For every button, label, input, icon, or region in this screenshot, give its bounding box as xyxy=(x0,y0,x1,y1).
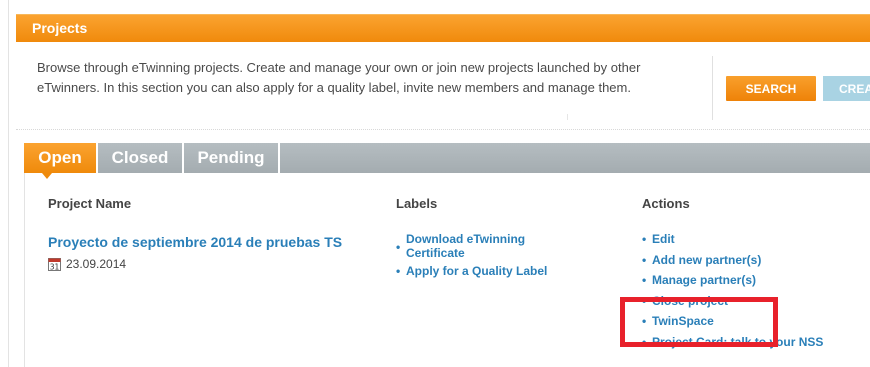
twinspace-highlight-box xyxy=(620,297,778,347)
section-separator xyxy=(16,129,870,130)
project-date-value: 23.09.2014 xyxy=(66,257,127,271)
edit-link[interactable]: Edit xyxy=(642,232,870,253)
search-button[interactable]: SEARCH xyxy=(726,76,816,101)
project-date: 31 23.09.2014 xyxy=(48,257,126,271)
calendar-day: 31 xyxy=(50,262,60,271)
project-tabs: Open Closed Pending xyxy=(24,143,870,173)
intro-divider xyxy=(712,56,713,120)
apply-quality-label-link[interactable]: Apply for a Quality Label xyxy=(396,264,586,278)
column-header-actions: Actions xyxy=(642,196,690,211)
create-button[interactable]: CREA xyxy=(823,76,870,101)
column-header-name: Project Name xyxy=(48,196,132,211)
column-header-labels: Labels xyxy=(396,196,438,211)
labels-list: Download eTwinning Certificate Apply for… xyxy=(396,232,586,282)
section-title: Projects xyxy=(32,20,88,36)
tab-closed[interactable]: Closed xyxy=(98,143,182,173)
project-name-link[interactable]: Proyecto de septiembre 2014 de pruebas T… xyxy=(48,234,342,250)
download-certificate-link[interactable]: Download eTwinning Certificate xyxy=(396,232,586,260)
tab-pending[interactable]: Pending xyxy=(184,143,278,173)
tab-divider xyxy=(278,143,280,173)
section-header: Projects xyxy=(16,14,870,42)
tab-open[interactable]: Open xyxy=(24,143,96,173)
page-left-border xyxy=(8,0,9,367)
manage-partners-link[interactable]: Manage partner(s) xyxy=(642,273,870,294)
intro-text: Browse through eTwinning projects. Creat… xyxy=(37,60,641,95)
add-partner-link[interactable]: Add new partner(s) xyxy=(642,253,870,274)
divider-mark xyxy=(567,114,568,120)
calendar-icon: 31 xyxy=(48,257,61,271)
